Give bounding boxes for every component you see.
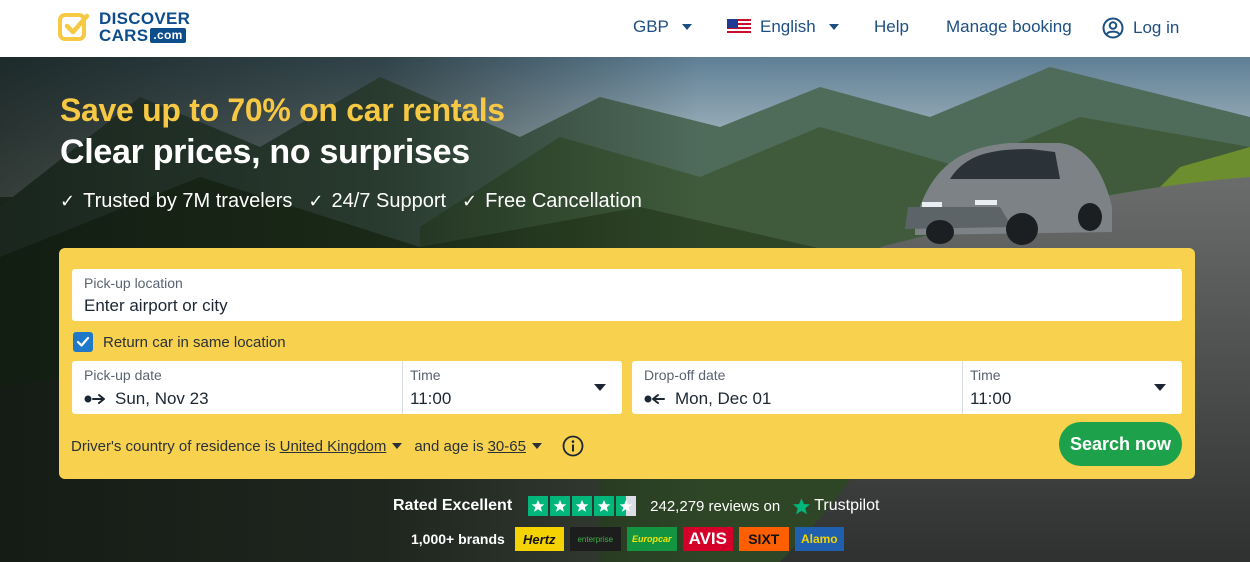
logo-wordmark: DISCOVER CARS .com — [99, 10, 190, 44]
checkbox-logo-icon — [58, 13, 90, 41]
manage-booking-label: Manage booking — [946, 17, 1072, 36]
europcar-logo: Europcar — [626, 527, 677, 551]
logo-dotcom: .com — [150, 28, 186, 43]
perk-label: Free Cancellation — [485, 190, 642, 212]
pickup-time-select[interactable]: Time 11:00 — [398, 361, 622, 414]
chevron-down-icon — [594, 384, 606, 391]
half-star-icon — [616, 496, 637, 516]
brands-label: 1,000+ brands — [411, 531, 505, 547]
login-button[interactable]: Log in — [1102, 17, 1179, 39]
info-icon[interactable] — [562, 435, 584, 457]
chevron-down-icon — [392, 443, 403, 449]
residence-country-link[interactable]: United Kingdom — [280, 438, 387, 455]
star-icon — [572, 496, 593, 516]
perk-item: ✓ Trusted by 7M travelers — [60, 190, 292, 213]
checkmark-icon: ✓ — [308, 191, 324, 211]
perk-item: ✓ 24/7 Support — [308, 190, 446, 213]
star-icon — [528, 496, 549, 516]
dropoff-datetime-group: Drop-off date Mon, Dec 01 Time 11:00 — [632, 361, 1182, 414]
dropoff-time-select[interactable]: Time 11:00 — [958, 361, 1182, 414]
driver-residence-row: Driver's country of residence is United … — [71, 435, 584, 457]
manage-booking-link[interactable]: Manage booking — [946, 17, 1072, 37]
age-prefix: and age is — [414, 437, 484, 455]
language-label: English — [760, 17, 816, 36]
pickup-date-field[interactable]: Pick-up date Sun, Nov 23 — [72, 361, 402, 414]
enterprise-logo: enterprise — [569, 527, 621, 551]
pickup-location-input[interactable] — [84, 296, 1144, 316]
checkmark-icon: ✓ — [462, 191, 478, 211]
dropoff-date-label: Drop-off date — [644, 367, 726, 383]
star-icon — [550, 496, 571, 516]
pickup-datetime-group: Pick-up date Sun, Nov 23 Time 11:00 — [72, 361, 622, 414]
perk-label: Trusted by 7M travelers — [83, 190, 293, 212]
dropoff-date-value: Mon, Dec 01 — [675, 389, 772, 408]
check-icon — [76, 336, 90, 347]
dropoff-date-field[interactable]: Drop-off date Mon, Dec 01 — [632, 361, 962, 414]
trustpilot-rating[interactable]: Rated Excellent 242,279 reviews on Trust… — [393, 496, 879, 516]
logo-line2-wrap: CARS .com — [99, 27, 190, 44]
pickup-location-label: Pick-up location — [84, 275, 183, 291]
currency-selector[interactable]: GBP — [633, 17, 692, 37]
hero-headline: Save up to 70% on car rentals — [60, 92, 505, 128]
avis-logo: AVIS — [682, 527, 733, 551]
checkmark-icon: ✓ — [60, 191, 76, 211]
rating-label: Rated Excellent — [393, 497, 513, 514]
pickup-time-value: 11:00 — [410, 389, 452, 408]
perk-item: ✓ Free Cancellation — [462, 190, 642, 213]
alamo-logo: Alamo — [794, 527, 844, 551]
logo-line1: DISCOVER — [99, 9, 191, 28]
hertz-logo: Hertz — [514, 527, 564, 551]
dropoff-arrow-icon — [644, 394, 665, 404]
trustpilot-logo: Trustpilot — [792, 497, 879, 516]
perk-label: 24/7 Support — [331, 190, 447, 212]
review-count: 242,279 reviews on — [650, 497, 781, 515]
pickup-date-label: Pick-up date — [84, 367, 162, 383]
search-form: Pick-up location Return car in same loca… — [59, 248, 1195, 479]
login-label: Log in — [1133, 18, 1180, 37]
help-label: Help — [874, 17, 909, 36]
us-flag-icon — [727, 19, 751, 35]
return-same-label: Return car in same location — [103, 333, 286, 351]
discovercars-logo[interactable]: DISCOVER CARS .com — [58, 10, 190, 44]
trustpilot-star-icon — [793, 497, 811, 514]
dropoff-time-label: Time — [970, 367, 1001, 383]
trustpilot-label: Trustpilot — [814, 497, 880, 514]
perks-list: ✓ Trusted by 7M travelers ✓ 24/7 Support… — [60, 190, 658, 213]
age-link[interactable]: 30-65 — [488, 438, 526, 455]
pickup-date-value-wrap: Sun, Nov 23 — [84, 389, 209, 409]
pickup-location-field[interactable]: Pick-up location — [72, 269, 1182, 321]
star-icon — [594, 496, 615, 516]
chevron-down-icon — [681, 24, 692, 30]
chevron-down-icon — [1154, 384, 1166, 391]
pickup-time-label: Time — [410, 367, 441, 383]
return-same-location-toggle[interactable]: Return car in same location — [73, 332, 286, 352]
search-now-button[interactable]: Search now — [1059, 422, 1182, 466]
currency-label: GBP — [633, 17, 669, 36]
chevron-down-icon — [828, 24, 839, 30]
dropoff-date-value-wrap: Mon, Dec 01 — [644, 389, 771, 409]
return-same-checkbox[interactable] — [73, 332, 93, 352]
chevron-down-icon — [531, 443, 542, 449]
pickup-arrow-icon — [84, 394, 105, 404]
sixt-logo: SIXT — [738, 527, 789, 551]
rating-stars — [528, 496, 638, 516]
logo-line2: CARS — [99, 26, 149, 45]
pickup-date-value: Sun, Nov 23 — [115, 389, 209, 408]
hero-subheadline: Clear prices, no surprises — [60, 133, 470, 171]
user-icon — [1102, 17, 1124, 39]
partner-brands: 1,000+ brands Hertz enterprise Europcar … — [411, 527, 850, 551]
top-navigation: DISCOVER CARS .com GBP English Help Mana… — [0, 0, 1250, 57]
help-link[interactable]: Help — [874, 17, 909, 37]
language-selector[interactable]: English — [727, 17, 839, 37]
dropoff-time-value: 11:00 — [970, 389, 1012, 408]
residence-prefix: Driver's country of residence is — [71, 437, 276, 455]
